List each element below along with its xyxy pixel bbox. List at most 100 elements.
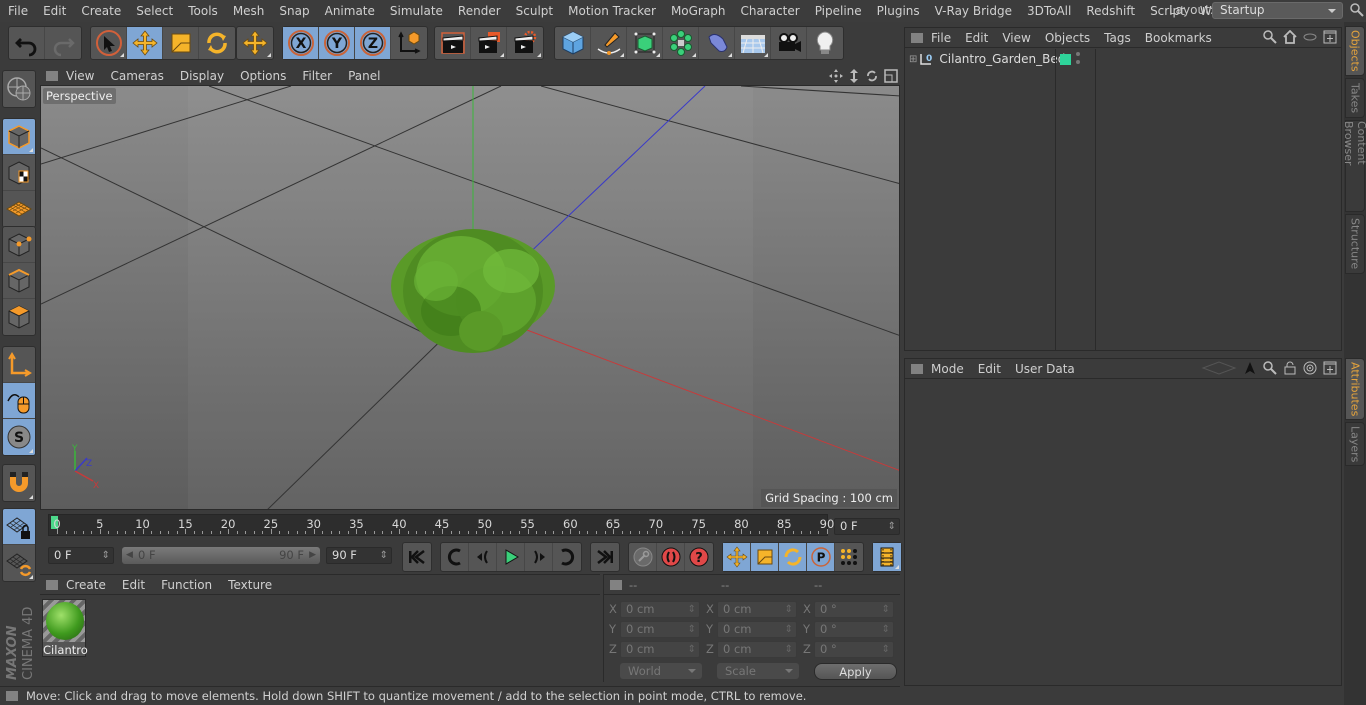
tweak-mode-button[interactable] (3, 383, 35, 419)
search-icon[interactable] (1263, 30, 1277, 44)
panel-grip[interactable] (911, 363, 923, 374)
record-key-button[interactable] (629, 543, 657, 571)
size-mode-dropdown[interactable]: Scale (717, 663, 799, 679)
tab-attributes[interactable]: Attributes (1345, 358, 1365, 420)
object-menu-view[interactable]: View (1002, 31, 1030, 45)
x-axis-button[interactable]: X (283, 27, 319, 59)
y-axis-button[interactable]: Y (319, 27, 355, 59)
panel-grip[interactable] (6, 691, 18, 701)
nav-history-icon[interactable] (1201, 361, 1237, 375)
pan-icon[interactable] (829, 68, 843, 83)
dolly-icon[interactable] (848, 68, 860, 83)
tab-content-browser[interactable]: Content Browser (1342, 120, 1366, 212)
texture-mode-button[interactable] (3, 155, 35, 191)
polygons-mode-button[interactable] (3, 299, 35, 335)
play-button[interactable] (497, 543, 525, 571)
material-menu-texture[interactable]: Texture (228, 578, 272, 592)
menu-v-ray-bridge[interactable]: V-Ray Bridge (927, 4, 1019, 18)
new-panel-icon[interactable] (1323, 30, 1337, 44)
menu-simulate[interactable]: Simulate (382, 4, 450, 18)
menu-edit[interactable]: Edit (35, 4, 73, 18)
redo-button[interactable] (45, 27, 81, 59)
menu-select[interactable]: Select (128, 4, 180, 18)
viewport-menu-cameras[interactable]: Cameras (110, 69, 163, 83)
layer-color-swatch[interactable] (1060, 54, 1071, 65)
panel-grip[interactable] (911, 32, 923, 43)
editor-visibility-dot[interactable] (1076, 52, 1080, 56)
target-icon[interactable] (1303, 361, 1317, 375)
menu-tools[interactable]: Tools (180, 4, 225, 18)
coordinate-space-dropdown[interactable]: World (620, 663, 702, 679)
start-frame-field[interactable]: 0 F (48, 547, 114, 564)
lock-icon[interactable] (1283, 361, 1297, 375)
viewport-menu-options[interactable]: Options (240, 69, 286, 83)
z-axis-button[interactable]: Z (355, 27, 391, 59)
live-selection-button[interactable] (91, 27, 127, 59)
viewport-menu-view[interactable]: View (66, 69, 94, 83)
attribute-menu-edit[interactable]: Edit (978, 362, 1001, 376)
render-picture-viewer-button[interactable] (471, 27, 507, 59)
menu-create[interactable]: Create (73, 4, 128, 18)
current-frame-field[interactable]: 0 F (834, 518, 900, 535)
menu-mograph[interactable]: MoGraph (663, 4, 733, 18)
goto-end-button[interactable] (591, 543, 619, 571)
new-panel-icon[interactable] (1323, 361, 1337, 375)
viewport-menu-display[interactable]: Display (180, 69, 224, 83)
key-pla-button[interactable] (835, 543, 863, 571)
layout-dropdown[interactable]: Startup (1212, 2, 1343, 19)
timeline-ruler[interactable]: 0 5 10 15 20 25 30 35 40 45 50 55 60 65 70 75 80 85 90 (48, 514, 834, 536)
menu-animate[interactable]: Animate (317, 4, 382, 18)
key-position-button[interactable] (723, 543, 751, 571)
render-visibility-dot[interactable] (1076, 60, 1080, 64)
object-name[interactable]: Cilantro_Garden_Bed (939, 52, 1065, 66)
next-frame-button[interactable] (525, 543, 553, 571)
menu-pipeline[interactable]: Pipeline (807, 4, 869, 18)
tab-layers[interactable]: Layers (1345, 422, 1365, 466)
camera-label[interactable]: Perspective (43, 88, 116, 104)
expand-icon[interactable]: ⊞ (909, 54, 917, 65)
axis-mode-button[interactable] (3, 347, 35, 383)
camera-button[interactable] (771, 27, 807, 59)
object-menu-objects[interactable]: Objects (1045, 31, 1090, 45)
workplane-lock-button[interactable] (3, 509, 35, 545)
object-row[interactable]: ⊞ 0 Cilantro_Garden_Bed (905, 49, 1341, 69)
size-z-field[interactable]: 0 cm (717, 641, 797, 658)
position-y-field[interactable]: 0 cm (620, 621, 700, 638)
prev-frame-button[interactable] (469, 543, 497, 571)
keyframe-selection-button[interactable]: ? (685, 543, 713, 571)
light-button[interactable] (807, 27, 843, 59)
tab-structure[interactable]: Structure (1345, 214, 1365, 274)
menu-file[interactable]: File (0, 4, 35, 18)
material-cilantro[interactable]: Cilantro (42, 599, 88, 657)
tab-takes[interactable]: Takes (1345, 78, 1365, 118)
menu-render[interactable]: Render (450, 4, 508, 18)
undo-button[interactable] (9, 27, 45, 59)
floor-button[interactable] (735, 27, 771, 59)
maximize-view-icon[interactable] (884, 68, 898, 83)
material-menu-create[interactable]: Create (66, 578, 106, 592)
prev-key-button[interactable] (441, 543, 469, 571)
object-menu-file[interactable]: File (931, 31, 951, 45)
end-frame-field[interactable]: 90 F (326, 547, 392, 564)
menu-redshift[interactable]: Redshift (1078, 4, 1142, 18)
rotate-button[interactable] (199, 27, 235, 59)
render-view-button[interactable] (435, 27, 471, 59)
search-icon[interactable] (1350, 3, 1364, 20)
move-button[interactable] (127, 27, 163, 59)
next-key-button[interactable] (553, 543, 581, 571)
viewport-menu-panel[interactable]: Panel (348, 69, 380, 83)
rotation-z-field[interactable]: 0 ° (814, 641, 894, 658)
cloner-button[interactable] (663, 27, 699, 59)
filter-icon[interactable] (1303, 30, 1317, 44)
object-menu-edit[interactable]: Edit (965, 31, 988, 45)
frame-range-slider[interactable]: ◀ 0 F 90 F ▶ (122, 547, 320, 564)
panel-grip[interactable] (610, 580, 622, 590)
position-x-field[interactable]: 0 cm (620, 601, 700, 618)
position-z-field[interactable]: 0 cm (620, 641, 700, 658)
solo-button[interactable]: S (3, 419, 35, 455)
panel-grip[interactable] (46, 579, 58, 590)
scale-button[interactable] (163, 27, 199, 59)
timeline-window-button[interactable] (873, 543, 901, 571)
key-scale-button[interactable] (751, 543, 779, 571)
goto-start-button[interactable] (403, 543, 431, 571)
